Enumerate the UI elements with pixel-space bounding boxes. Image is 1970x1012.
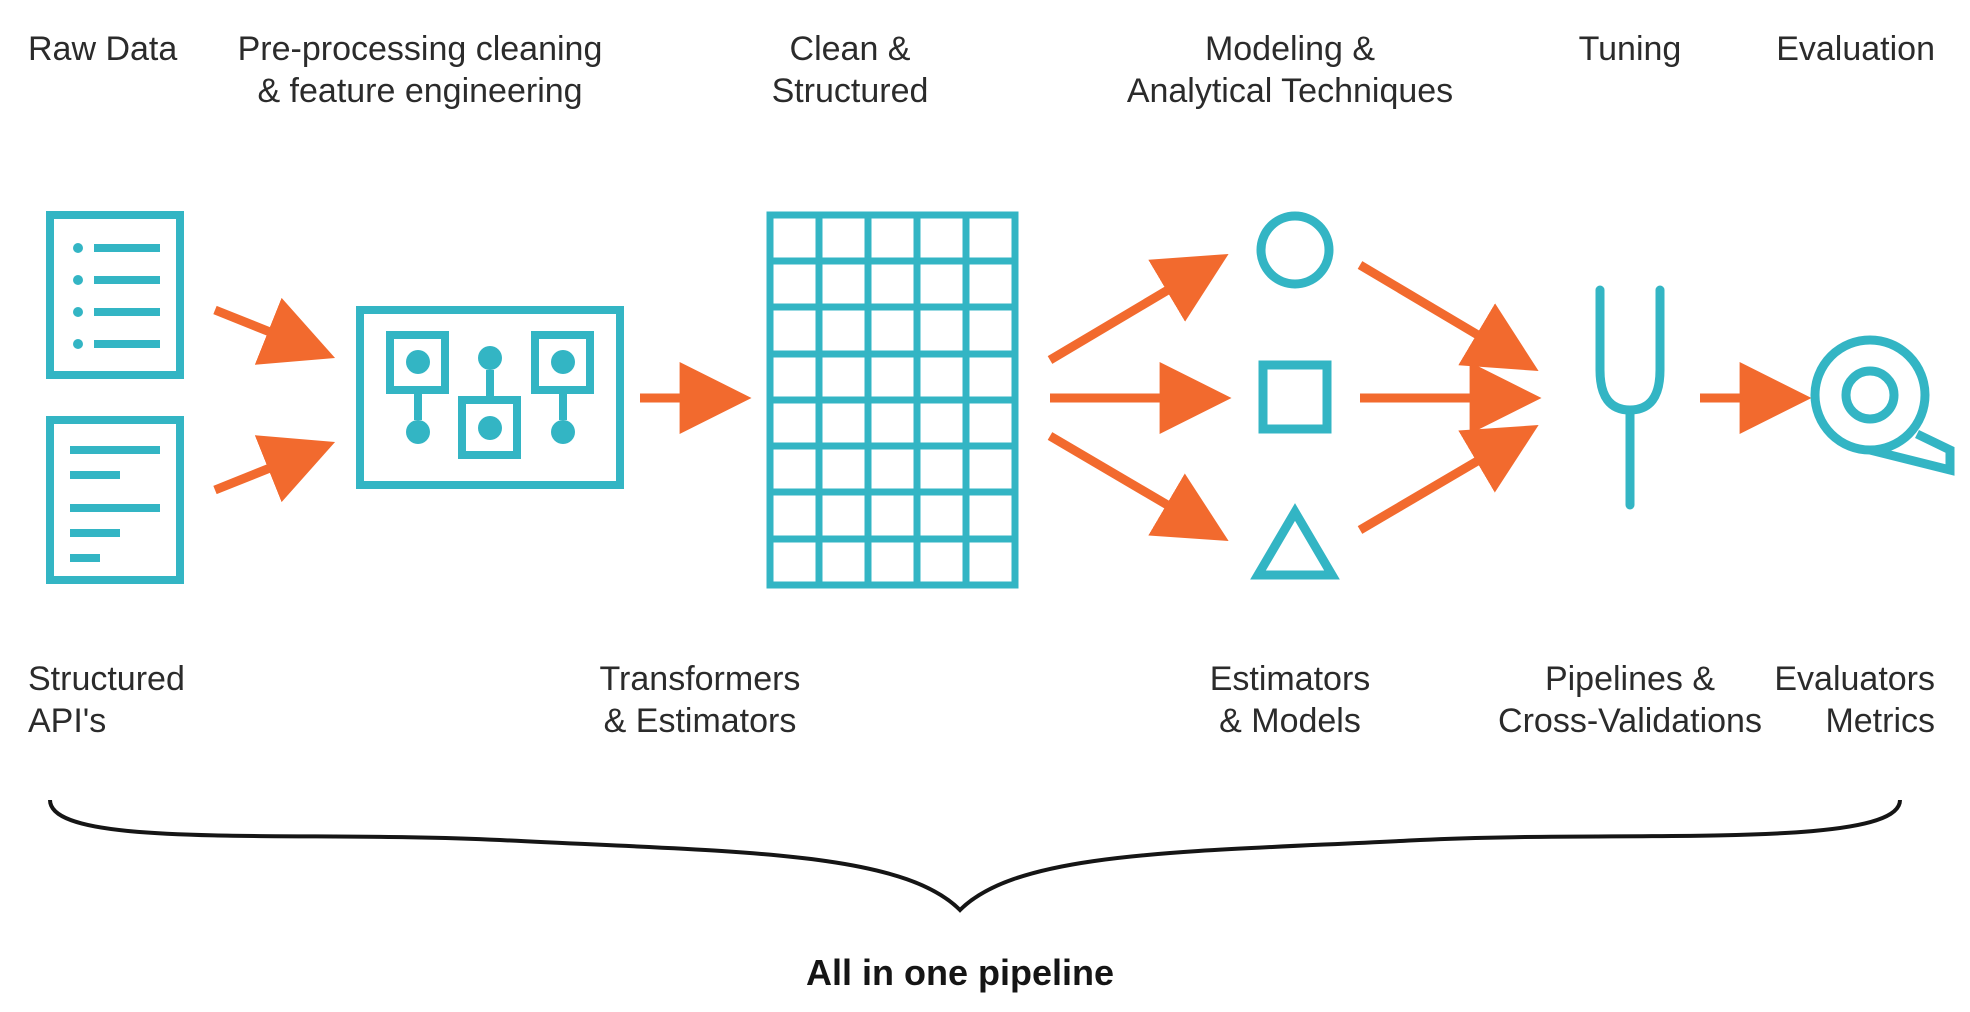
model-circle-icon bbox=[1261, 216, 1329, 284]
label-tuning: Tuning bbox=[1579, 30, 1682, 68]
curly-brace-icon bbox=[50, 800, 1900, 910]
label-modeling-line1: Modeling & bbox=[1205, 30, 1375, 68]
clean-structured-grid-icon bbox=[770, 215, 1015, 585]
model-square-icon bbox=[1263, 365, 1327, 429]
label-all-in-one-pipeline: All in one pipeline bbox=[806, 952, 1114, 993]
label-pipelines-cv-line2: Cross-Validations bbox=[1498, 702, 1762, 740]
preprocessing-box-icon bbox=[360, 310, 620, 485]
evaluation-tape-icon bbox=[1815, 340, 1950, 470]
label-transformers-line2: & Estimators bbox=[604, 702, 797, 740]
label-estimators-models-line1: Estimators bbox=[1210, 660, 1371, 698]
raw-data-doc-bullet-icon bbox=[50, 215, 180, 375]
arrow-raw1-to-preprocessing bbox=[215, 310, 315, 350]
raw-data-doc-text-icon bbox=[50, 420, 180, 580]
arrow-circle-to-tuning bbox=[1360, 265, 1520, 360]
pipeline-diagram: Raw Data Pre-processing cleaning & featu… bbox=[0, 0, 1970, 1012]
tuning-fork-icon bbox=[1600, 290, 1660, 505]
label-preprocessing-line1: Pre-processing cleaning bbox=[238, 30, 603, 68]
label-clean-line2: Structured bbox=[772, 72, 929, 110]
label-estimators-models-line2: & Models bbox=[1219, 702, 1361, 740]
label-structured-apis-line1: Structured bbox=[28, 660, 185, 698]
label-pipelines-cv-line1: Pipelines & bbox=[1545, 660, 1715, 698]
label-modeling-line2: Analytical Techniques bbox=[1127, 72, 1453, 110]
label-clean-line1: Clean & bbox=[790, 30, 911, 68]
label-preprocessing-line2: & feature engineering bbox=[257, 72, 582, 110]
arrow-clean-to-circle bbox=[1050, 265, 1210, 360]
label-structured-apis-line2: API's bbox=[28, 702, 106, 740]
label-evaluators-metrics-line2: Metrics bbox=[1825, 702, 1935, 740]
arrow-clean-to-triangle bbox=[1050, 436, 1210, 530]
arrow-raw2-to-preprocessing bbox=[215, 450, 315, 490]
label-evaluation: Evaluation bbox=[1776, 30, 1935, 68]
label-raw-data: Raw Data bbox=[28, 30, 177, 68]
arrow-triangle-to-tuning bbox=[1360, 436, 1520, 530]
label-evaluators-metrics-line1: Evaluators bbox=[1774, 660, 1935, 698]
model-triangle-icon bbox=[1258, 512, 1332, 575]
label-transformers-line1: Transformers bbox=[600, 660, 801, 698]
